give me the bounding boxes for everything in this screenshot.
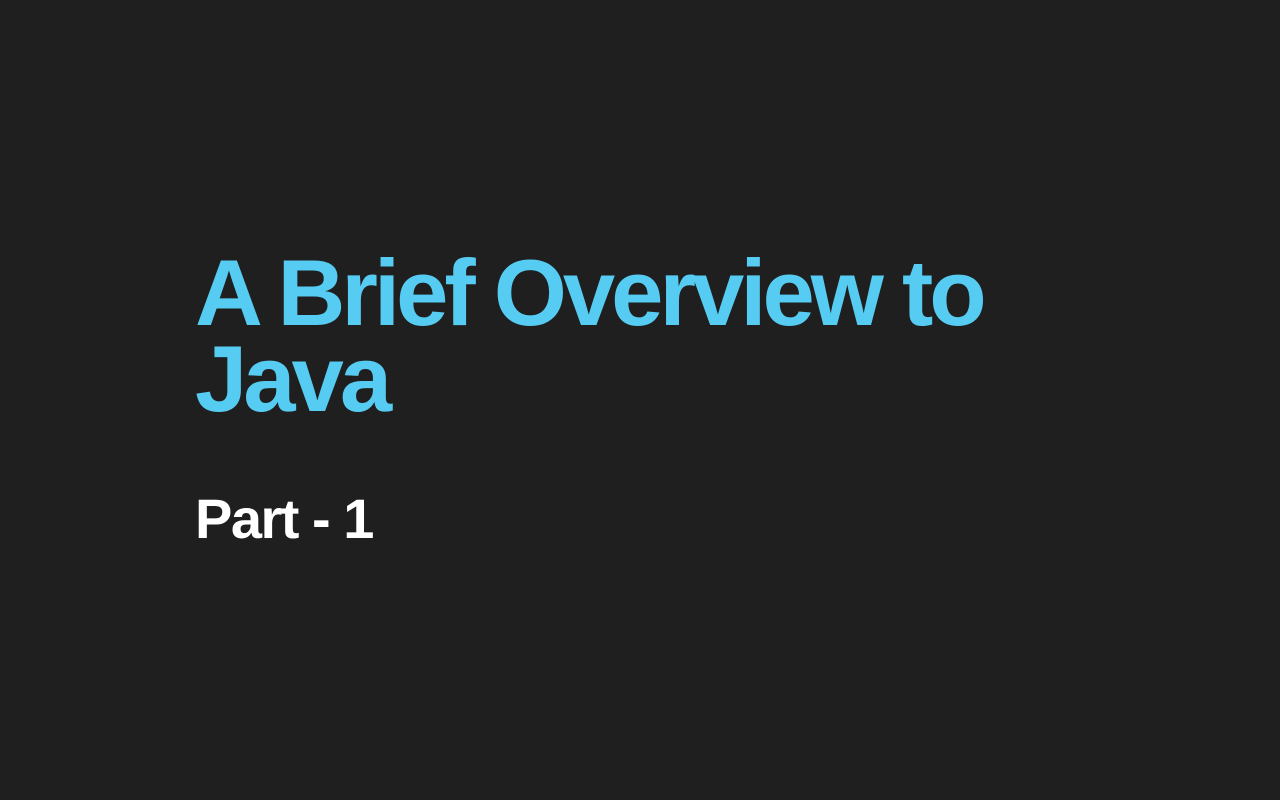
slide-title-line-2: Java (195, 326, 392, 431)
slide-content: A Brief Overview to Java Part - 1 (195, 246, 1195, 551)
slide-title: A Brief Overview to Java (195, 246, 1195, 426)
presentation-slide: A Brief Overview to Java Part - 1 (0, 0, 1280, 800)
slide-subtitle: Part - 1 (195, 487, 374, 550)
